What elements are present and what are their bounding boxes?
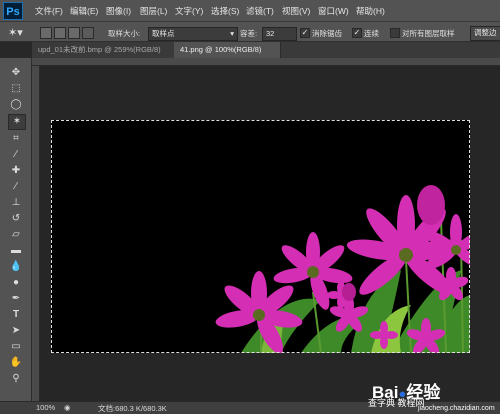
tab-upd-01[interactable]: upd_01未改前.bmp @ 259%(RGB/8)	[32, 42, 181, 58]
all-layers-checkbox[interactable]	[390, 28, 400, 38]
subtract-from-selection-icon[interactable]	[68, 27, 80, 39]
document-canvas[interactable]	[51, 120, 470, 353]
sample-size-select[interactable]: 取样点 ▾	[148, 27, 238, 41]
gradient-tool-icon[interactable]: ▬	[8, 244, 24, 258]
history-brush-tool-icon[interactable]: ↺	[8, 212, 24, 226]
menu-view[interactable]: 视图(V)	[282, 5, 310, 17]
flowers-image	[215, 185, 470, 353]
ruler-vertical[interactable]	[32, 66, 40, 401]
clone-stamp-tool-icon[interactable]: ⊥	[8, 196, 24, 210]
lasso-tool-icon[interactable]: ◯	[8, 98, 24, 112]
all-layers-label: 对所有图层取样	[402, 29, 455, 38]
blur-tool-icon[interactable]: 💧	[8, 260, 24, 274]
menu-layer[interactable]: 图层(L)	[140, 5, 167, 17]
watermark-site: 查字典 教程网	[368, 398, 425, 408]
watermark: Bai●经验 查字典 教程网 jiaocheng.chazidian.com	[368, 378, 500, 414]
hand-tool-icon[interactable]: ✋	[8, 356, 24, 370]
move-tool-icon[interactable]: ✥	[8, 66, 24, 80]
document-size: 文档:680.3 K/680.3K	[98, 404, 167, 413]
chevron-down-icon: ▾	[230, 29, 234, 38]
sample-size-value: 取样点	[152, 29, 175, 38]
menu-select[interactable]: 选择(S)	[211, 5, 239, 17]
contiguous-label: 连续	[364, 29, 379, 38]
menu-image[interactable]: 图像(I)	[106, 5, 131, 17]
tab-label: upd_01未改前.bmp @ 259%(RGB/8)	[38, 45, 161, 54]
type-tool-icon[interactable]: T	[8, 308, 24, 322]
menu-help[interactable]: 帮助(H)	[356, 5, 385, 17]
eraser-tool-icon[interactable]: ▱	[8, 228, 24, 242]
refine-edge-button[interactable]: 调整边	[470, 26, 500, 41]
marquee-tool-icon[interactable]: ⬚	[8, 82, 24, 96]
tolerance-input[interactable]: 32	[262, 27, 297, 41]
healing-brush-tool-icon[interactable]: ✚	[8, 164, 24, 178]
magic-wand-tool-icon[interactable]: ✶	[8, 114, 26, 130]
menu-filter[interactable]: 滤镜(T)	[246, 5, 274, 17]
new-selection-icon[interactable]	[40, 27, 52, 39]
brush-tool-icon[interactable]: ⁄	[8, 180, 24, 194]
tab-41-png[interactable]: 41.png @ 100%(RGB/8)	[174, 42, 281, 58]
ruler-horizontal[interactable]	[32, 58, 500, 66]
watermark-url: jiaocheng.chazidian.com	[418, 405, 495, 412]
antialias-label: 消除锯齿	[312, 29, 342, 38]
zoom-level[interactable]: 100%	[36, 403, 55, 412]
pen-tool-icon[interactable]: ✒	[8, 292, 24, 306]
sample-size-label: 取样大小:	[108, 29, 141, 38]
photoshop-logo: Ps	[3, 2, 23, 20]
intersect-selection-icon[interactable]	[82, 27, 94, 39]
eyedropper-tool-icon[interactable]: ⁄	[8, 148, 24, 162]
antialias-checkbox[interactable]: ✓	[300, 28, 310, 38]
status-info-icon[interactable]: ◉	[64, 403, 71, 412]
zoom-tool-icon[interactable]: ⚲	[8, 372, 24, 386]
path-selection-tool-icon[interactable]: ➤	[8, 324, 24, 338]
shape-tool-icon[interactable]: ▭	[8, 340, 24, 354]
menu-window[interactable]: 窗口(W)	[318, 5, 349, 17]
add-to-selection-icon[interactable]	[54, 27, 66, 39]
menu-type[interactable]: 文字(Y)	[175, 5, 203, 17]
tolerance-label: 容差:	[240, 29, 258, 38]
dodge-tool-icon[interactable]: ●	[8, 276, 24, 290]
menu-edit[interactable]: 编辑(E)	[70, 5, 98, 17]
magic-wand-preset-icon[interactable]: ✶▾	[8, 26, 23, 39]
menu-file[interactable]: 文件(F)	[35, 5, 63, 17]
crop-tool-icon[interactable]: ⌗	[8, 132, 24, 146]
contiguous-checkbox[interactable]: ✓	[352, 28, 362, 38]
tools-panel: ✥ ⬚ ◯ ✶ ⌗ ⁄ ✚ ⁄ ⊥ ↺ ▱ ▬ 💧 ● ✒ T ➤ ▭ ✋ ⚲	[0, 58, 32, 401]
tab-label: 41.png @ 100%(RGB/8)	[180, 45, 262, 54]
menu-bar: Ps 文件(F) 编辑(E) 图像(I) 图层(L) 文字(Y) 选择(S) 滤…	[0, 0, 500, 22]
